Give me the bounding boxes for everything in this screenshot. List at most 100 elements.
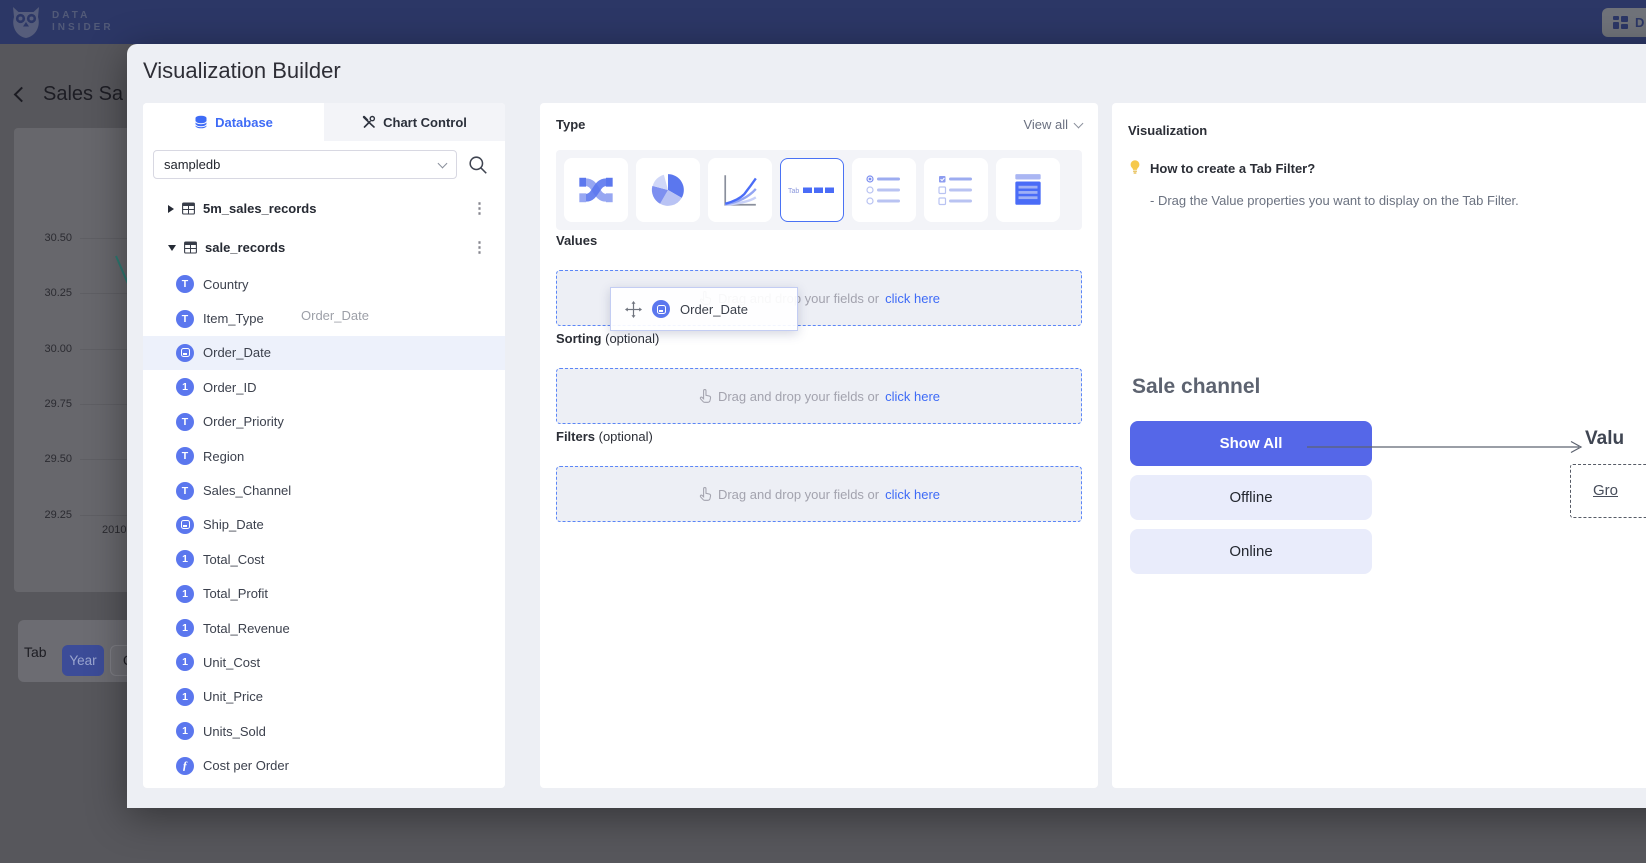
number-field-icon: 1 [176,688,194,706]
number-field-icon: 1 [176,378,194,396]
number-field-icon: 1 [176,722,194,740]
tree-field-cost-per-order[interactable]: ƒ Cost per Order [143,748,505,782]
annotation-group-dropzone[interactable]: Gro [1570,464,1646,518]
field-label: Cost per Order [203,758,289,773]
tree-field-order-priority[interactable]: TOrder_Priority [143,405,505,439]
radio-list-icon [865,174,903,206]
tree-field-order-date[interactable]: Order_Date [143,336,505,370]
kebab-menu-icon[interactable] [472,243,487,253]
tab-chart-control-label: Chart Control [383,115,467,130]
table-icon [184,241,197,254]
chart-type-strip: Tab [556,150,1082,230]
search-icon[interactable] [467,154,489,176]
database-select-value: sampledb [164,157,220,172]
type-section-label: Type [556,117,585,132]
visualization-builder-modal: Visualization Builder Database Chart C [127,44,1646,808]
chart-type-tab-filter[interactable]: Tab [780,158,844,222]
table-name: sale_records [205,240,285,255]
table-icon [182,202,195,215]
function-field-icon: ƒ [176,757,194,775]
dropzone-text: Drag and drop your fields or [718,487,879,502]
chart-type-sankey[interactable] [564,158,628,222]
channel-option-offline[interactable]: Offline [1130,475,1372,520]
field-label: Total_Cost [203,552,264,567]
tree-field-region[interactable]: T Region [143,439,505,473]
field-label: Ship_Date [203,517,264,532]
field-label: Unit_Cost [203,655,260,670]
field-label: Order_ID [203,380,256,395]
number-field-icon: 1 [176,585,194,603]
caret-right-icon[interactable] [168,205,174,213]
date-field-icon [176,516,194,534]
dropzone-click-here-link[interactable]: click here [885,389,940,404]
dashboard-button[interactable]: D [1602,8,1646,37]
tree-table-row[interactable]: sale_records [143,228,505,267]
dropzone-click-here-link[interactable]: click here [885,487,940,502]
sorting-dropzone[interactable]: Drag and drop your fields or click here [556,368,1082,424]
view-all-dropdown[interactable]: View all [1023,117,1082,132]
chevron-down-icon [438,158,448,168]
tree-field-unit-cost[interactable]: 1Unit_Cost [143,645,505,679]
view-all-label: View all [1023,117,1068,132]
chevron-down-icon [1074,118,1084,128]
tree-field-sales-channel[interactable]: TSales_Channel [143,473,505,507]
drag-chip-order-date[interactable]: Order_Date [610,287,798,331]
chart-type-radio-list[interactable] [852,158,916,222]
tree-field-unit-price[interactable]: 1 Unit_Price [143,680,505,714]
drag-hand-icon [698,486,712,502]
sorting-section-label: Sorting (optional) [556,331,659,346]
field-label: Region [203,449,244,464]
lightbulb-icon [1127,159,1143,175]
drag-chip-label: Order_Date [680,302,748,317]
field-label: Total_Profit [203,586,268,601]
builder-panel: Type View all [540,103,1098,788]
annotation-arrow [1307,439,1587,455]
database-panel: Database Chart Control sampledb [143,103,505,788]
field-label: Total_Revenue [203,621,290,636]
channel-option-online[interactable]: Online [1130,529,1372,574]
kebab-menu-icon[interactable] [472,204,487,214]
drag-ghost-source-label: Order_Date [301,308,369,323]
database-icon [194,115,208,129]
caret-down-icon[interactable] [168,245,176,251]
top-navbar: DATA INSIDER D [0,0,1646,44]
number-field-icon: 1 [176,550,194,568]
chart-type-pie[interactable] [636,158,700,222]
chart-type-checkbox-list[interactable] [924,158,988,222]
field-label: Units_Sold [203,724,266,739]
period-option-year[interactable]: Year [62,645,104,676]
field-label: Unit_Price [203,689,263,704]
table-name: 5m_sales_records [203,201,316,216]
tab-database[interactable]: Database [143,103,324,141]
chart-type-line[interactable] [708,158,772,222]
tree-field-units-sold[interactable]: 1 Units_Sold [143,714,505,748]
back-chevron-icon[interactable] [14,87,30,103]
background-page-title: Sales Sa [43,83,123,106]
brand-text: DATA INSIDER [52,10,114,34]
tip-body: - Drag the Value properties you want to … [1150,193,1519,208]
text-field-icon: T [176,482,194,500]
field-label: Country [203,277,249,292]
tree-field-total-cost[interactable]: 1 Total_Cost [143,542,505,576]
drag-hand-icon [698,388,712,404]
move-icon [625,301,642,318]
text-field-icon: T [176,447,194,465]
owl-logo-icon [10,5,42,39]
tree-field-ship-date[interactable]: Ship_Date [143,508,505,542]
tab-database-label: Database [215,115,273,130]
database-select[interactable]: sampledb [153,150,457,179]
schema-tree: 5m_sales_records sale_records TCountryTI… [143,189,505,783]
tree-field-total-revenue[interactable]: 1Total_Revenue [143,611,505,645]
text-field-icon: T [176,310,194,328]
brand: DATA INSIDER [10,5,114,39]
tree-field-total-profit[interactable]: 1 Total_Profit [143,577,505,611]
tab-filter-icon: Tab [788,182,836,198]
tree-field-order-id[interactable]: 1 Order_ID [143,370,505,404]
dropzone-click-here-link[interactable]: click here [885,291,940,306]
filters-dropzone[interactable]: Drag and drop your fields or click here [556,466,1082,522]
tab-chart-control[interactable]: Chart Control [324,103,505,141]
chart-type-dropdown-filter[interactable] [996,158,1060,222]
tree-table-row[interactable]: 5m_sales_records [143,189,505,228]
tree-field-country[interactable]: TCountry [143,267,505,301]
visualization-panel: Visualization How to create a Tab Filter… [1112,103,1646,788]
